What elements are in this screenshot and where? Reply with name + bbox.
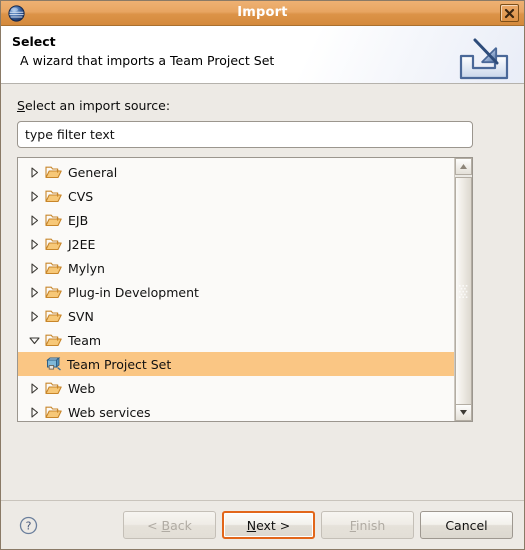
finish-button: Finish	[321, 511, 414, 539]
chevron-right-icon[interactable]	[27, 382, 41, 394]
chevron-right-icon[interactable]	[27, 166, 41, 178]
tree-item-web-services[interactable]: Web services	[18, 400, 454, 421]
chevron-right-icon[interactable]	[27, 406, 41, 418]
tree-item-j2ee[interactable]: J2EE	[18, 232, 454, 256]
tree-item-label: Plug-in Development	[68, 284, 199, 300]
cancel-button[interactable]: Cancel	[420, 511, 513, 539]
back-button: < Back	[123, 511, 216, 539]
folder-icon	[45, 213, 62, 227]
chevron-right-icon[interactable]	[27, 190, 41, 202]
wizard-buttons: < Back Next > Finish Cancel	[123, 511, 513, 539]
tree-item-label: SVN	[68, 308, 94, 324]
tree-list: General CVS EJB J2EE Mylyn Plug-in Developmen…	[18, 158, 454, 421]
label-mnemonic: S	[17, 98, 25, 113]
folder-icon	[45, 165, 62, 179]
chevron-right-icon[interactable]	[27, 238, 41, 250]
button-label: < Back	[147, 517, 192, 533]
scroll-down-icon[interactable]	[455, 404, 472, 421]
tree-item-mylyn[interactable]: Mylyn	[18, 256, 454, 280]
folder-icon	[45, 405, 62, 419]
button-label: Finish	[349, 517, 386, 533]
folder-icon	[45, 237, 62, 251]
button-label: Next >	[246, 517, 291, 533]
folder-icon	[45, 381, 62, 395]
page-title: Select	[12, 34, 56, 49]
scroll-up-icon[interactable]	[455, 158, 472, 175]
import-source-tree: General CVS EJB J2EE Mylyn Plug-in Developmen…	[17, 157, 473, 422]
folder-icon	[45, 261, 62, 275]
page-description: A wizard that imports a Team Project Set	[20, 53, 275, 68]
tree-item-plug-in-development[interactable]: Plug-in Development	[18, 280, 454, 304]
import-wizard-dialog: Import Select A wizard that imports a Te…	[0, 0, 525, 550]
label-rest: elect an import source:	[24, 98, 171, 113]
chevron-right-icon[interactable]	[27, 286, 41, 298]
tree-item-label: General	[68, 164, 118, 180]
tree-item-label: Mylyn	[68, 260, 105, 276]
tree-item-svn[interactable]: SVN	[18, 304, 454, 328]
dialog-body: Select an import source: General CVS EJB J2…	[1, 84, 524, 502]
tree-item-label: Web services	[68, 404, 151, 420]
window-title: Import	[237, 5, 288, 20]
wizard-header: Select A wizard that imports a Team Proj…	[1, 26, 524, 84]
tree-item-label: CVS	[68, 188, 94, 204]
svg-text:?: ?	[26, 519, 32, 532]
tree-item-team-project-set[interactable]: Team Project Set	[18, 352, 454, 376]
tree-item-team[interactable]: Team	[18, 328, 454, 352]
title-bar: Import	[1, 1, 524, 26]
tree-item-web[interactable]: Web	[18, 376, 454, 400]
chevron-right-icon[interactable]	[27, 310, 41, 322]
import-source-label: Select an import source:	[17, 98, 510, 113]
tree-item-ejb[interactable]: EJB	[18, 208, 454, 232]
folder-icon	[45, 333, 62, 347]
tree-item-label: EJB	[68, 212, 89, 228]
chevron-down-icon[interactable]	[27, 336, 41, 345]
tree-item-label: Team	[68, 332, 102, 348]
close-icon[interactable]	[500, 4, 519, 22]
scrollbar-thumb[interactable]	[455, 177, 472, 405]
chevron-right-icon[interactable]	[27, 214, 41, 226]
import-arrow-icon	[455, 37, 513, 83]
dialog-footer: ? < Back Next > Finish Cancel	[1, 500, 524, 549]
help-question-icon[interactable]: ?	[19, 516, 38, 535]
folder-icon	[45, 309, 62, 323]
folder-icon	[45, 189, 62, 203]
filter-input[interactable]	[17, 121, 473, 148]
team-project-set-icon	[46, 357, 62, 371]
scrollbar-track[interactable]	[455, 175, 472, 405]
tree-item-label: Web	[68, 380, 96, 396]
tree-item-general[interactable]: General	[18, 160, 454, 184]
tree-scrollbar[interactable]	[454, 158, 472, 421]
tree-item-label: J2EE	[68, 236, 96, 252]
button-label: Cancel	[445, 517, 488, 533]
tree-item-cvs[interactable]: CVS	[18, 184, 454, 208]
chevron-right-icon[interactable]	[27, 262, 41, 274]
next-button[interactable]: Next >	[222, 511, 315, 539]
folder-icon	[45, 285, 62, 299]
tree-item-label: Team Project Set	[67, 356, 172, 372]
